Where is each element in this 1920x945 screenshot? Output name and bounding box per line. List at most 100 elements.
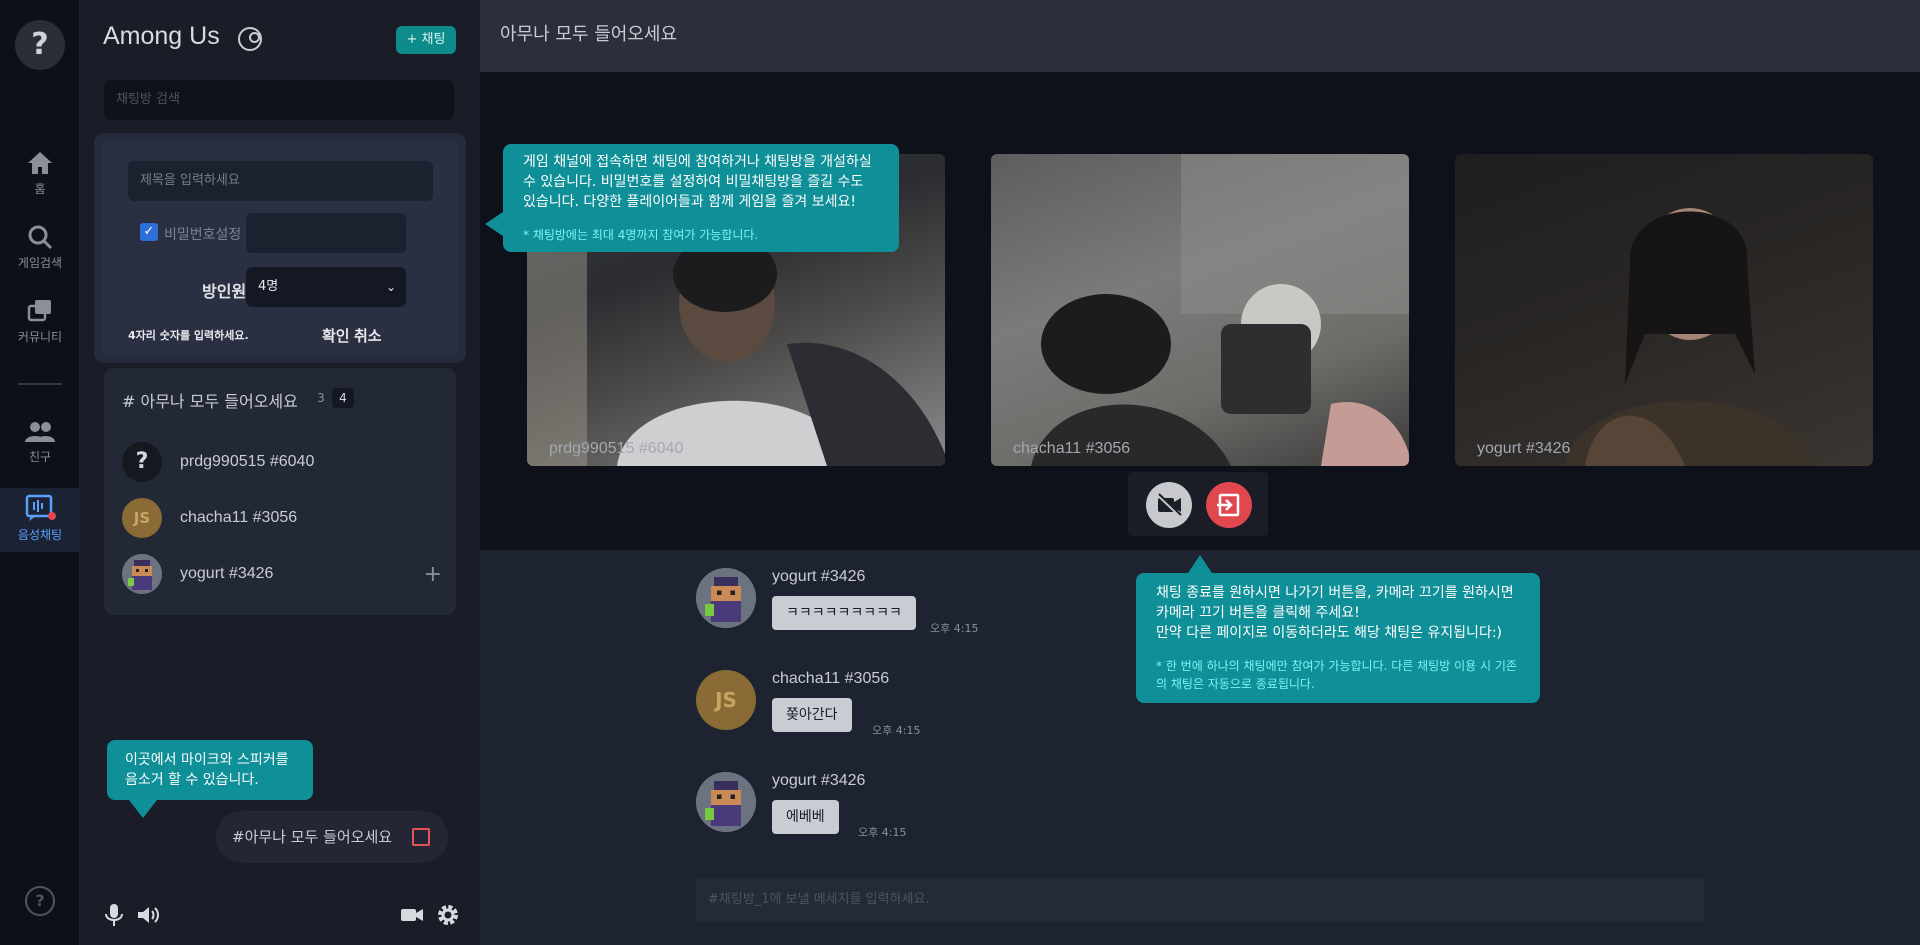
message-bubble: ㅋㅋㅋㅋㅋㅋㅋㅋㅋ	[772, 596, 916, 630]
app-logo[interactable]: ?	[15, 20, 65, 70]
community-icon	[27, 300, 51, 322]
capacity-value: 4명	[258, 279, 279, 294]
leave-tooltip-note: * 한 번에 하나의 채팅에만 참여가 가능합니다. 다른 채팅방 이용 시 기…	[1156, 659, 1517, 691]
exit-icon	[1217, 493, 1240, 517]
chat-area: yogurt #3426 ㅋㅋㅋㅋㅋㅋㅋㅋㅋ 오후 4:15 JS chacha…	[480, 550, 1920, 945]
room-title: 아무나 모두 들어오세요	[500, 24, 678, 45]
chevron-down-icon: ⌄	[385, 280, 396, 294]
gear-icon[interactable]	[436, 903, 460, 927]
chat-message: yogurt #3426 에베베 오후 4:15	[696, 772, 1096, 842]
room-name: # 아무나 모두 들어오세요	[122, 392, 298, 411]
nav-friends-label: 친구	[28, 450, 52, 464]
password-input[interactable]	[246, 213, 406, 253]
avatar: JS	[122, 498, 162, 538]
create-room-form: 제목을 입력하세요 ✓ 비밀번호설정 방인원수 4명 ⌄ 4자리 숫자를 입력하…	[94, 133, 466, 363]
room-member[interactable]: JS chacha11 #3056	[122, 498, 442, 538]
leave-tooltip-line: 채팅 종료를 원하시면 나가기 버튼을, 카메라 끄기를 원하시면	[1156, 585, 1514, 601]
leave-tooltip: 채팅 종료를 원하시면 나가기 버튼을, 카메라 끄기를 원하시면 카메라 끄기…	[1136, 555, 1540, 703]
nav-home[interactable]: 홈	[0, 150, 80, 208]
member-name: prdg990515 #6040	[180, 453, 315, 470]
exit-icon[interactable]	[412, 828, 430, 846]
pixel-character-avatar	[696, 772, 756, 832]
leave-tooltip-line: 만약 다른 페이지로 이동하더라도 해당 채팅은 유지됩니다:)	[1156, 625, 1502, 641]
password-hint: 4자리 숫자를 입력하세요.	[128, 329, 249, 342]
rail-divider	[18, 383, 62, 385]
video-tile-name: prdg990515 #6040	[549, 440, 684, 457]
password-checkbox[interactable]: ✓	[140, 223, 158, 241]
main-header: 아무나 모두 들어오세요	[480, 0, 1920, 72]
tooltip-arrow	[485, 212, 503, 236]
voice-chat-icon	[25, 494, 56, 521]
current-room-name: #아무나 모두 들어오세요	[232, 828, 393, 846]
audio-controls	[80, 885, 480, 945]
confirm-button[interactable]: 확인	[322, 325, 350, 346]
help-icon[interactable]: ?	[25, 886, 55, 916]
mute-tooltip-text: 이곳에서 마이크와 스피커를 음소거 할 수 있습니다.	[125, 752, 289, 788]
microphone-icon[interactable]	[102, 903, 126, 927]
nav-voice-chat[interactable]: 음성채팅	[0, 488, 80, 552]
webcam-feed	[1031, 154, 1409, 466]
message-input[interactable]: #채팅방_1에 보낼 메세지를 입력하세요.	[696, 878, 1704, 922]
pixel-character-avatar	[122, 554, 162, 594]
app-rail: ? 홈 게임검색 커뮤니티 친구 음성채팅 ?	[0, 0, 80, 945]
capacity-select[interactable]: 4명 ⌄	[246, 267, 406, 307]
message-time: 오후 4:15	[872, 724, 921, 737]
search-icon	[28, 225, 53, 250]
avatar: JS	[696, 670, 756, 730]
call-controls	[1128, 472, 1268, 536]
home-icon	[28, 152, 52, 174]
avatar: ?	[122, 442, 162, 482]
message-time: 오후 4:15	[858, 826, 907, 839]
message-time: 오후 4:15	[930, 622, 979, 635]
message-author: chacha11 #3056	[772, 670, 890, 687]
tooltip-arrow	[129, 800, 157, 818]
password-label: 비밀번호설정	[164, 227, 242, 243]
room-max-count: 4	[332, 388, 354, 408]
nav-community-label: 커뮤니티	[17, 330, 63, 344]
tooltip-arrow	[1188, 555, 1212, 573]
message-author: yogurt #3426	[772, 568, 866, 585]
nav-voice-chat-label: 음성채팅	[17, 528, 63, 542]
member-name: chacha11 #3056	[180, 509, 298, 526]
room-member[interactable]: yogurt #3426 +	[122, 554, 442, 594]
video-tile-name: yogurt #3426	[1477, 440, 1571, 457]
chat-message: yogurt #3426 ㅋㅋㅋㅋㅋㅋㅋㅋㅋ 오후 4:15	[696, 568, 1096, 638]
current-room-pill[interactable]: #아무나 모두 들어오세요	[216, 811, 448, 863]
chat-room-search-input[interactable]: 채팅방 검색	[104, 80, 454, 120]
camera-off-icon	[1156, 493, 1182, 518]
video-tile-name: chacha11 #3056	[1013, 440, 1131, 457]
speaker-icon[interactable]	[136, 903, 160, 927]
nav-home-label: 홈	[34, 182, 46, 196]
nav-friends[interactable]: 친구	[0, 420, 80, 478]
cancel-button[interactable]: 취소	[354, 325, 382, 346]
room-title-input[interactable]: 제목을 입력하세요	[128, 161, 433, 201]
video-camera-icon[interactable]	[400, 903, 424, 927]
friends-icon	[25, 422, 55, 442]
video-tile[interactable]: chacha11 #3056	[991, 154, 1409, 466]
nav-community[interactable]: 커뮤니티	[0, 298, 80, 356]
mute-tooltip: 이곳에서 마이크와 스피커를 음소거 할 수 있습니다.	[107, 740, 313, 818]
add-chat-button[interactable]: + 채팅	[396, 26, 456, 54]
nav-game-search[interactable]: 게임검색	[0, 224, 80, 282]
message-bubble: 쫒아간다	[772, 698, 852, 732]
camera-off-button[interactable]	[1146, 482, 1192, 528]
member-name: yogurt #3426	[180, 565, 274, 582]
room-member[interactable]: ? prdg990515 #6040	[122, 442, 442, 482]
channel-tooltip-note: * 채팅방에는 최대 4명까지 참여가 가능합니다.	[523, 228, 759, 242]
message-bubble: 에베베	[772, 800, 839, 834]
steam-icon	[238, 27, 262, 51]
nav-game-search-label: 게임검색	[17, 256, 63, 270]
game-title: Among Us	[103, 22, 220, 50]
channel-panel: Among Us + 채팅 채팅방 검색 제목을 입력하세요 ✓ 비밀번호설정 …	[80, 0, 480, 945]
webcam-feed	[1565, 208, 1815, 466]
message-author: yogurt #3426	[772, 772, 866, 789]
add-friend-icon[interactable]: +	[424, 562, 442, 587]
avatar	[696, 568, 756, 628]
room-card[interactable]: # 아무나 모두 들어오세요 3 4 ? prdg990515 #6040 JS…	[104, 368, 456, 615]
avatar	[122, 554, 162, 594]
video-tile[interactable]: yogurt #3426	[1455, 154, 1873, 466]
leave-button[interactable]	[1206, 482, 1252, 528]
chat-message: JS chacha11 #3056 쫒아간다 오후 4:15	[696, 670, 1096, 740]
room-current-count: 3	[317, 391, 325, 405]
channel-tooltip: 게임 채널에 접속하면 채팅에 참여하거나 채팅방을 개설하실 수 있습니다. …	[485, 144, 899, 252]
